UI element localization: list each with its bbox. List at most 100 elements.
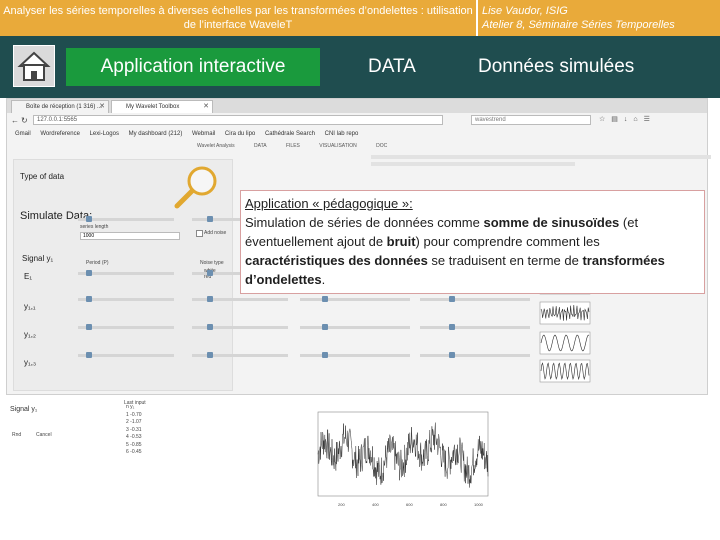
- event-name: Atelier 8, Séminaire Séries Temporelles: [482, 19, 675, 31]
- table-row: 6 -0.45: [126, 449, 142, 455]
- x-tick-label: 600: [406, 502, 413, 507]
- home-button[interactable]: [13, 45, 55, 87]
- nav-application-interactive[interactable]: Application interactive: [66, 48, 320, 86]
- callout-bold: bruit: [386, 234, 416, 249]
- slider-handle[interactable]: [207, 324, 213, 330]
- x-tick-label: 800: [440, 502, 447, 507]
- slider-handle[interactable]: [322, 296, 328, 302]
- tab-label: Boîte de réception (1 316) ...: [26, 104, 103, 110]
- slider-track[interactable]: [78, 326, 174, 329]
- slider-handle[interactable]: [207, 270, 213, 276]
- home-icon: [17, 51, 51, 81]
- app-tab[interactable]: VISUALISATION: [319, 143, 356, 149]
- noise-type-label: Noise type: [200, 260, 224, 266]
- slider-track[interactable]: [78, 298, 174, 301]
- cancel-button[interactable]: Cancel: [36, 432, 52, 438]
- add-noise-label: Add noise: [204, 230, 227, 236]
- slider-handle[interactable]: [86, 216, 92, 222]
- bookmark-item[interactable]: Wordreference: [40, 131, 80, 137]
- browser-tab-wavelet[interactable]: My Wavelet Toolbox ✕: [111, 100, 213, 113]
- slider-track[interactable]: [78, 354, 174, 357]
- nav-donnees-simulees[interactable]: Données simulées: [478, 48, 634, 86]
- author-name: Lise Vaudor, ISIG: [482, 5, 568, 17]
- slider-track[interactable]: [420, 354, 530, 357]
- toolbar-icons[interactable]: ☆▤↓⌂☰: [599, 115, 656, 123]
- bookmark-item[interactable]: Cathédrale Search: [265, 131, 315, 137]
- slider-handle[interactable]: [86, 296, 92, 302]
- nav-data[interactable]: DATA: [368, 48, 416, 86]
- table-row: 4 -0.53: [126, 434, 142, 440]
- back-icon[interactable]: ←: [11, 116, 19, 125]
- series-length-label: series length: [80, 224, 109, 230]
- bookmark-item[interactable]: CNI lab repo: [325, 131, 359, 137]
- app-tabs: Wavelet Analysis DATA FILES VISUALISATIO…: [197, 143, 405, 149]
- slider-handle[interactable]: [86, 270, 92, 276]
- app-tab[interactable]: Wavelet Analysis: [197, 143, 235, 149]
- slider-track[interactable]: [78, 218, 174, 221]
- rnd-button[interactable]: Rnd: [12, 432, 21, 438]
- table-row: 5 -0.85: [126, 441, 142, 448]
- callout-heading: Application « pédagogique »:: [245, 196, 413, 211]
- slider-track[interactable]: [420, 326, 530, 329]
- callout-bold: caractéristiques des données: [245, 253, 428, 268]
- e-label: E₁: [24, 272, 33, 281]
- slider-track[interactable]: [300, 326, 410, 329]
- y-label-3: y₁,₃: [24, 358, 37, 367]
- period-column-label: Period (P): [86, 260, 109, 266]
- bookmark-item[interactable]: My dashboard (212): [129, 131, 183, 137]
- tab-label: My Wavelet Toolbox: [126, 104, 180, 110]
- slider-track[interactable]: [300, 298, 410, 301]
- callout-bold: somme de sinusoïdes: [483, 215, 620, 230]
- x-tick-label: 400: [372, 502, 379, 507]
- slider-handle[interactable]: [207, 352, 213, 358]
- bookmark-item[interactable]: Webmail: [192, 131, 215, 137]
- slider-handle[interactable]: [207, 216, 213, 222]
- slider-track[interactable]: [78, 272, 174, 275]
- slider-handle[interactable]: [449, 324, 455, 330]
- x-tick-label: 1000: [474, 502, 484, 507]
- slider-handle[interactable]: [449, 296, 455, 302]
- mini-plot-frame: [539, 301, 591, 325]
- signal-label: Signal y₁: [22, 254, 54, 263]
- callout-text: Simulation de séries de données comme so…: [245, 215, 665, 287]
- close-icon[interactable]: ✕: [203, 101, 209, 113]
- slider-handle[interactable]: [207, 296, 213, 302]
- bookmark-item[interactable]: Cira du lipo: [225, 131, 255, 137]
- x-tick-label: 200: [338, 502, 345, 507]
- app-tab[interactable]: FILES: [286, 143, 300, 149]
- explanation-callout: Application « pédagogique »: Simulation …: [240, 190, 705, 294]
- table-row: 3 -0.31: [126, 426, 142, 433]
- url-bar[interactable]: 127.0.0.1:5565: [33, 115, 443, 125]
- table-row: 2 -1.07: [126, 419, 142, 425]
- slider-handle[interactable]: [322, 324, 328, 330]
- slider-track[interactable]: [300, 354, 410, 357]
- data-table: n y₁ 1 -0.70 2 -1.07 3 -0.31 4 -0.53 5 -0.85 6…: [126, 404, 142, 457]
- app-tab[interactable]: DATA: [254, 143, 267, 149]
- signal-plot: 200 400 600 800 1000: [317, 411, 489, 507]
- slider-track[interactable]: [420, 298, 530, 301]
- table-row: 1 -0.70: [126, 411, 142, 418]
- browser-tab-mail[interactable]: Boîte de réception (1 316) ... ✕: [11, 100, 109, 113]
- bookmarks-bar: Gmail Wordreference Lexi-Logos My dashbo…: [7, 128, 707, 140]
- bookmark-item[interactable]: Lexi-Logos: [90, 131, 119, 137]
- presentation-title: Analyser les séries temporelles à divers…: [3, 5, 473, 31]
- slider-handle[interactable]: [86, 352, 92, 358]
- add-noise-checkbox[interactable]: [196, 230, 203, 237]
- author-info: Lise Vaudor, ISIG Atelier 8, Séminaire S…: [482, 4, 675, 32]
- slider-handle[interactable]: [86, 324, 92, 330]
- bookmark-item[interactable]: Gmail: [15, 131, 31, 137]
- tab-strip: Boîte de réception (1 316) ... ✕ My Wavel…: [7, 99, 707, 113]
- close-icon[interactable]: ✕: [99, 101, 105, 113]
- table-header: n y₁: [126, 404, 135, 410]
- refresh-icon[interactable]: ↻: [21, 116, 28, 125]
- search-input[interactable]: wavestrend: [471, 115, 591, 125]
- app-tab[interactable]: DOC: [376, 143, 387, 149]
- slider-handle[interactable]: [322, 352, 328, 358]
- header-divider: [476, 0, 478, 36]
- series-length-input[interactable]: 1000: [80, 232, 180, 240]
- y-label-2: y₁,₂: [24, 330, 37, 339]
- y-label-1: y₁,₁: [24, 302, 36, 311]
- slider-handle[interactable]: [449, 352, 455, 358]
- magnifier-icon: [174, 166, 217, 209]
- type-of-data-label: Type of data: [20, 172, 65, 181]
